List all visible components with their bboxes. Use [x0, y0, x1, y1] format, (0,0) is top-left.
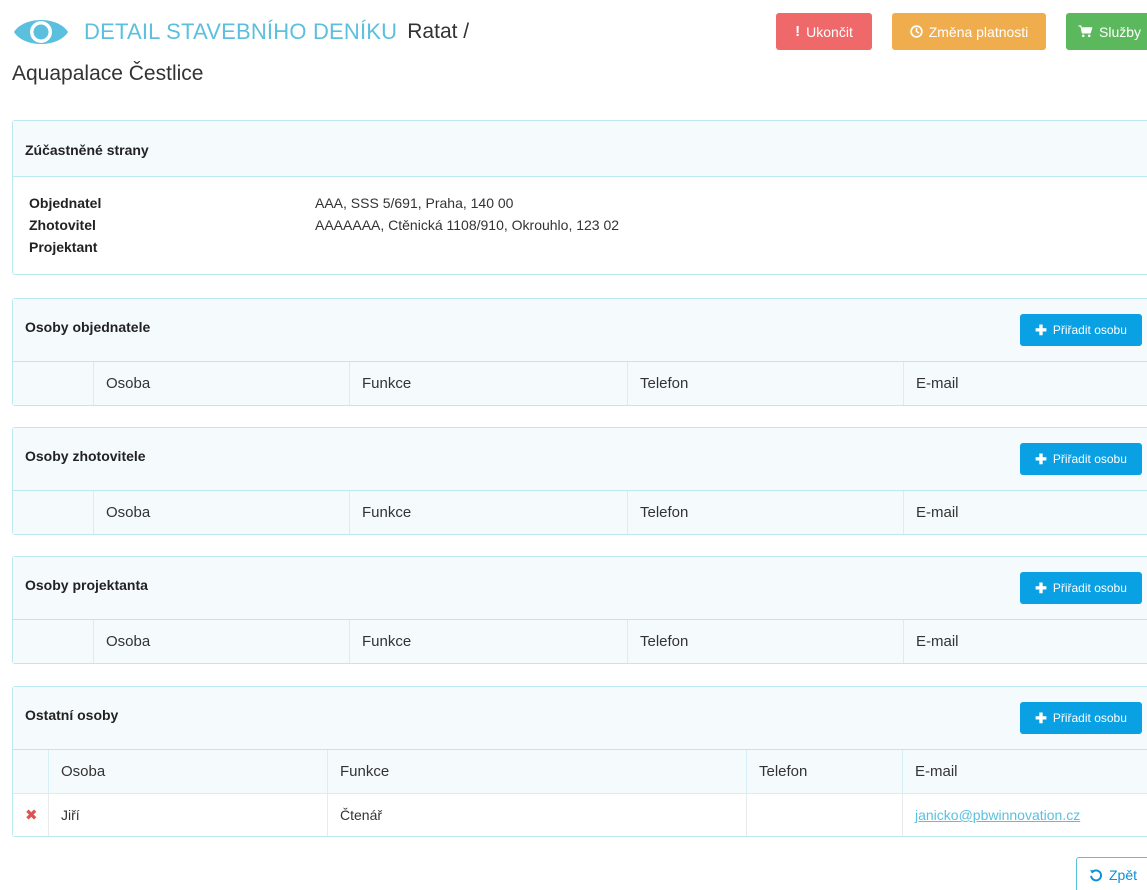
other-persons-panel: Ostatní osoby ✚ Přiřadit osobu Osoba Fun… [12, 686, 1147, 837]
page-title: DETAIL STAVEBNÍHO DENÍKU [84, 19, 398, 44]
column-header-person: Osoba [48, 750, 327, 793]
assign-person-button[interactable]: ✚ Přiřadit osobu [1020, 314, 1142, 346]
column-header-function: Funkce [349, 620, 627, 663]
row-phone [746, 794, 902, 836]
designer-persons-title: Osoby projektanta [25, 577, 148, 593]
column-header-phone: Telefon [746, 750, 902, 793]
change-validity-button[interactable]: Změna platnosti [892, 13, 1046, 50]
designer-persons-heading: Osoby projektanta ✚ Přiřadit osobu [13, 557, 1147, 620]
table-header-cell [13, 620, 93, 663]
assign-person-label: Přiřadit osobu [1052, 581, 1127, 595]
table-header-cell [13, 491, 93, 534]
undo-icon [1089, 869, 1102, 882]
party-label-designer: Projektant [29, 239, 98, 255]
breadcrumb-diary: Aquapalace Čestlice [12, 62, 204, 85]
delete-cell: ✖ [13, 794, 48, 836]
back-button[interactable]: Zpět [1076, 857, 1147, 890]
assign-person-label: Přiřadit osobu [1052, 711, 1127, 725]
column-header-email: E-mail [903, 491, 1147, 534]
other-persons-title: Ostatní osoby [25, 707, 119, 723]
plus-icon: ✚ [1035, 709, 1047, 726]
party-value-client: AAA, SSS 5/691, Praha, 140 00 [315, 195, 514, 211]
delete-icon[interactable]: ✖ [25, 806, 38, 824]
client-persons-title: Osoby objednatele [25, 319, 151, 335]
page: DETAIL STAVEBNÍHO DENÍKU Ratat / Aquapal… [0, 0, 1147, 890]
column-header-person: Osoba [93, 491, 349, 534]
assign-person-button[interactable]: ✚ Přiřadit osobu [1020, 572, 1142, 604]
row-email-link[interactable]: janicko@pbwinnovation.cz [915, 807, 1080, 823]
parties-heading: Zúčastněné strany [13, 121, 1147, 177]
party-label-contractor: Zhotovitel [29, 217, 96, 233]
row-function: Čtenář [327, 794, 746, 836]
client-persons-panel: Osoby objednatele ✚ Přiřadit osobu Osoba… [12, 298, 1147, 406]
plus-icon: ✚ [1035, 579, 1047, 596]
column-header-phone: Telefon [627, 620, 903, 663]
services-button[interactable]: Služby [1066, 13, 1147, 50]
cart-icon [1078, 25, 1093, 38]
party-label-client: Objednatel [29, 195, 102, 211]
table-header-row: Osoba Funkce Telefon E-mail [13, 491, 1147, 534]
eye-icon [14, 20, 68, 44]
table-row: ✖ Jiří Čtenář janicko@pbwinnovation.cz [13, 793, 1147, 836]
column-header-person: Osoba [93, 620, 349, 663]
page-header: DETAIL STAVEBNÍHO DENÍKU Ratat / [12, 12, 469, 52]
plus-icon: ✚ [1035, 450, 1047, 467]
column-header-email: E-mail [903, 362, 1147, 405]
end-button-label: Ukončit [806, 23, 853, 40]
table-header-row: Osoba Funkce Telefon E-mail [13, 620, 1147, 663]
column-header-function: Funkce [349, 362, 627, 405]
parties-title: Zúčastněné strany [25, 142, 149, 158]
table-header-cell [13, 362, 93, 405]
other-persons-heading: Ostatní osoby ✚ Přiřadit osobu [13, 687, 1147, 750]
column-header-function: Funkce [327, 750, 746, 793]
assign-person-label: Přiřadit osobu [1052, 323, 1127, 337]
table-header-row: Osoba Funkce Telefon E-mail [13, 750, 1147, 793]
column-header-person: Osoba [93, 362, 349, 405]
column-header-phone: Telefon [627, 362, 903, 405]
contractor-persons-title: Osoby zhotovitele [25, 448, 146, 464]
exclamation-icon: ! [795, 23, 801, 40]
assign-person-label: Přiřadit osobu [1052, 452, 1127, 466]
breadcrumb-project: Ratat / [407, 20, 470, 43]
party-value-contractor: AAAAAAA, Ctěnická 1108/910, Okrouhlo, 12… [315, 217, 620, 233]
assign-person-button[interactable]: ✚ Přiřadit osobu [1020, 443, 1142, 475]
contractor-persons-heading: Osoby zhotovitele ✚ Přiřadit osobu [13, 428, 1147, 491]
services-button-label: Služby [1099, 23, 1142, 40]
column-header-phone: Telefon [627, 491, 903, 534]
plus-icon: ✚ [1035, 321, 1047, 338]
change-validity-label: Změna platnosti [928, 23, 1029, 40]
contractor-persons-panel: Osoby zhotovitele ✚ Přiřadit osobu Osoba… [12, 427, 1147, 535]
end-button[interactable]: ! Ukončit [776, 13, 872, 50]
clock-icon [909, 25, 923, 38]
column-header-email: E-mail [902, 750, 1147, 793]
parties-body: Objednatel AAA, SSS 5/691, Praha, 140 00… [13, 177, 1147, 274]
row-person: Jiří [48, 794, 327, 836]
assign-person-button[interactable]: ✚ Přiřadit osobu [1020, 702, 1142, 734]
table-header-cell [13, 750, 48, 793]
back-button-label: Zpět [1109, 867, 1138, 883]
table-header-row: Osoba Funkce Telefon E-mail [13, 362, 1147, 405]
designer-persons-panel: Osoby projektanta ✚ Přiřadit osobu Osoba… [12, 556, 1147, 664]
parties-panel: Zúčastněné strany Objednatel AAA, SSS 5/… [12, 120, 1147, 275]
column-header-email: E-mail [903, 620, 1147, 663]
client-persons-heading: Osoby objednatele ✚ Přiřadit osobu [13, 299, 1147, 362]
row-email-cell: janicko@pbwinnovation.cz [902, 794, 1147, 836]
column-header-function: Funkce [349, 491, 627, 534]
